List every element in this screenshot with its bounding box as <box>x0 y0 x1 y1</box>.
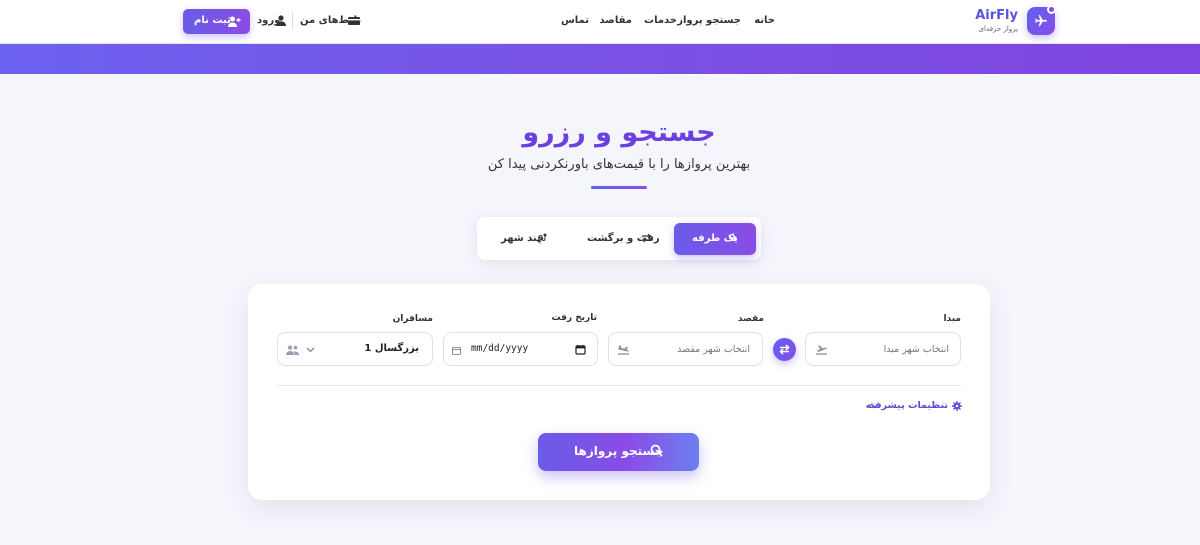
destination-label: مقصد <box>737 314 764 324</box>
tab-round-trip[interactable]: رفت و برگشت <box>577 223 667 255</box>
user-icon <box>276 15 286 26</box>
calendar-icon <box>575 345 586 355</box>
ticket-icon <box>348 17 360 25</box>
arrow-right-icon <box>729 234 737 242</box>
form-divider <box>277 385 961 386</box>
nav-flight-search[interactable]: جستجو پرواز <box>677 15 741 26</box>
register-label: ثبت نام <box>194 15 231 26</box>
landing-icon <box>618 345 629 355</box>
search-flights-button[interactable]: جستجو پروازها <box>538 433 699 471</box>
search-icon <box>650 444 663 457</box>
origin-field[interactable]: انتخاب شهر مبدا <box>805 332 961 366</box>
takeoff-icon <box>816 345 827 355</box>
hero-band <box>0 44 1200 74</box>
swap-cities-button[interactable] <box>773 338 796 361</box>
passengers-label: مسافران <box>392 314 433 324</box>
departure-date-label: تاریخ رفت <box>551 313 597 323</box>
header-separator <box>292 12 293 30</box>
chevron-down-icon <box>870 403 879 409</box>
tab-multi-city[interactable]: چند شهر <box>491 223 569 255</box>
page-subtitle: بهترین پروازها را با قیمت‌های باورنکردنی… <box>487 157 751 172</box>
logo-badge <box>1047 5 1056 14</box>
nav-contact[interactable]: تماس <box>561 15 589 26</box>
nav-home[interactable]: خانه <box>754 15 775 26</box>
tab-one-way[interactable]: یک طرفه <box>674 223 756 255</box>
date-value: mm/dd/yyyy <box>471 343 529 354</box>
origin-placeholder: انتخاب شهر مبدا <box>883 344 949 355</box>
user-plus-icon <box>228 16 241 27</box>
passengers-value: 1 بزرگسال <box>364 343 419 354</box>
chevron-down-icon <box>306 347 315 353</box>
register-button[interactable]: ثبت نام <box>183 9 250 34</box>
users-icon <box>286 345 299 355</box>
swap-icon <box>779 344 790 355</box>
passengers-select[interactable]: 1 بزرگسال <box>277 332 433 366</box>
nav-destinations[interactable]: مقاصد <box>599 15 632 26</box>
brand-tagline: پرواز حرفه‌ای <box>978 25 1018 33</box>
advanced-settings-toggle[interactable]: تنظیمات پیشرفته <box>866 399 962 413</box>
departure-date-field[interactable]: mm/dd/yyyy <box>443 332 598 366</box>
nav-services[interactable]: خدمات <box>644 15 677 26</box>
origin-label: مبدا <box>943 314 961 324</box>
swap-icon <box>642 233 651 243</box>
brand-name: AirFly <box>975 8 1018 23</box>
page-title: جستجو و رزرو <box>522 117 716 148</box>
destination-placeholder: انتخاب شهر مقصد <box>677 344 750 355</box>
title-underline <box>591 186 647 189</box>
route-icon <box>537 233 547 243</box>
calendar-small-icon <box>452 347 461 355</box>
plane-icon <box>1035 15 1047 27</box>
destination-field[interactable]: انتخاب شهر مقصد <box>608 332 763 366</box>
trip-type-tabs: یک طرفه رفت و برگشت چند شهر <box>477 217 761 260</box>
gear-icon <box>952 401 962 411</box>
